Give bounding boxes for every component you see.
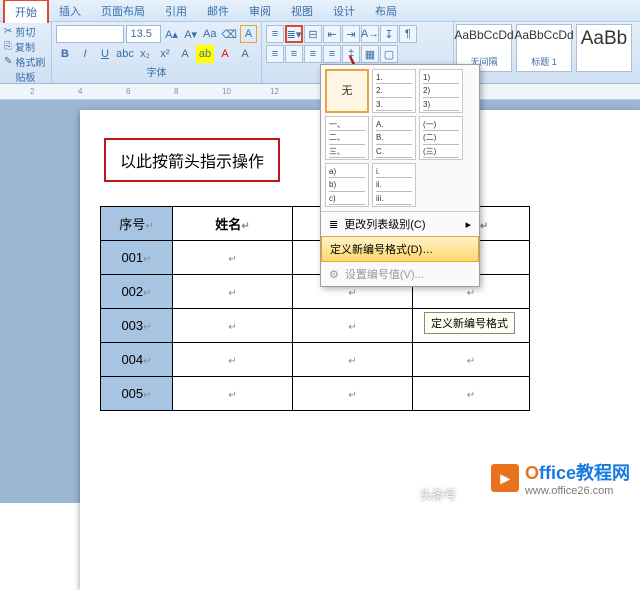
style-heading-1[interactable]: AaBbCcDd 标题 1 [516,24,572,72]
justify-button[interactable]: ≡ [323,45,341,63]
header-name: 姓名↵ [173,207,293,241]
format-painter-button[interactable]: ✎格式刷 [4,54,47,69]
watermark: ▸ Office教程网 www.office26.com [491,459,630,497]
office-logo-icon: ▸ [491,464,519,492]
tab-mailings[interactable]: 邮件 [197,0,239,22]
tooltip: 定义新编号格式 [424,312,515,334]
chevron-right-icon: ▸ [465,218,471,231]
numbering-option[interactable]: i.ii.iii. [372,163,416,207]
shading-button[interactable]: ▦ [361,45,379,63]
tab-home[interactable]: 开始 [3,0,49,23]
sort-button[interactable]: ↧ [380,25,398,43]
table-row: 004↵↵↵↵ [101,343,530,377]
bold-button[interactable]: B [56,45,74,63]
numbering-option[interactable]: 1)2)3) [419,69,463,113]
multilevel-button[interactable]: ⊟ [304,25,322,43]
tab-insert[interactable]: 插入 [49,0,91,22]
cut-button[interactable]: ✂剪切 [4,24,47,39]
align-right-button[interactable]: ≡ [304,45,322,63]
highlight-button[interactable]: ab [196,45,214,63]
font-size-select[interactable]: 13.5 [126,25,160,43]
set-numbering-value-item: ⚙设置编号值(V)... [321,262,479,286]
instruction-callout: 以此按箭头指示操作 [104,138,280,182]
font-color-button[interactable]: A [216,45,234,63]
group-clipboard: ✂剪切 ⎘复制 ✎格式刷 贴板 [0,22,52,83]
numbering-dropdown: 无 1.2.3. 1)2)3) 一、二、三、 A.B.C. (一)(二)(三) … [320,64,480,287]
tab-view[interactable]: 视图 [281,0,323,22]
decrease-indent-button[interactable]: ⇤ [323,25,341,43]
subscript-button[interactable]: x₂ [136,45,154,63]
bullets-button[interactable]: ≡ [266,25,284,43]
superscript-button[interactable]: x² [156,45,174,63]
tab-design[interactable]: 设计 [323,0,365,22]
paintbrush-icon: ✎ [4,56,12,67]
table-row: 005↵↵↵↵ [101,377,530,411]
underline-button[interactable]: U [96,45,114,63]
copy-icon: ⎘ [4,41,12,52]
numbering-option[interactable]: a)b)c) [325,163,369,207]
value-icon: ⚙ [329,268,339,281]
numbering-option[interactable]: A.B.C. [372,116,416,160]
group-font-label: 字体 [56,64,257,81]
change-list-level-item[interactable]: ≣更改列表级别(C)▸ [321,212,479,236]
align-center-button[interactable]: ≡ [285,45,303,63]
show-marks-button[interactable]: ¶ [399,25,417,43]
define-new-format-item[interactable]: 定义新编号格式(D)… [321,236,479,262]
scissors-icon: ✂ [4,26,12,37]
tab-page-layout[interactable]: 页面布局 [91,0,155,22]
line-spacing-button[interactable]: ‡ [342,45,360,63]
numbering-library-grid: 无 1.2.3. 1)2)3) 一、二、三、 A.B.C. (一)(二)(三) … [321,65,479,211]
font-family-select[interactable] [56,25,124,43]
copy-button[interactable]: ⎘复制 [4,39,47,54]
numbering-menu: ≣更改列表级别(C)▸ 定义新编号格式(D)… ⚙设置编号值(V)... [321,211,479,286]
ltr-button[interactable]: A→ [361,25,379,43]
group-styles: AaBbCcDd 无间隔 AaBbCcDd 标题 1 AaBb [454,22,640,83]
char-shading-button[interactable]: A [236,45,254,63]
group-font: 13.5 A▴ A▾ Aa ⌫ A B I U abc x₂ x² A ab A… [52,22,262,83]
text-effects-button[interactable]: A [176,45,194,63]
numbering-button[interactable]: ≣▾ [285,25,303,43]
numbering-option[interactable]: 一、二、三、 [325,116,369,160]
numbering-option-none[interactable]: 无 [325,69,369,113]
list-level-icon: ≣ [329,218,338,231]
header-seq: 序号↵ [101,207,173,241]
clear-format-button[interactable]: ⌫ [220,25,238,43]
tab-layout[interactable]: 布局 [365,0,407,22]
group-clipboard-label: 贴板 [4,69,47,86]
tab-review[interactable]: 审阅 [239,0,281,22]
italic-button[interactable]: I [76,45,94,63]
char-border-button[interactable]: A [240,25,257,43]
tab-references[interactable]: 引用 [155,0,197,22]
ribbon-tabs: 开始 插入 页面布局 引用 邮件 审阅 视图 设计 布局 [0,0,640,22]
borders-button[interactable]: ▢ [380,45,398,63]
grow-font-button[interactable]: A▴ [163,25,180,43]
increase-indent-button[interactable]: ⇥ [342,25,360,43]
strikethrough-button[interactable]: abc [116,45,134,63]
numbering-option[interactable]: 1.2.3. [372,69,416,113]
style-item[interactable]: AaBb [576,24,632,72]
align-left-button[interactable]: ≡ [266,45,284,63]
shrink-font-button[interactable]: A▾ [182,25,199,43]
numbering-option[interactable]: (一)(二)(三) [419,116,463,160]
author-credit: 头条号 [420,486,456,503]
change-case-button[interactable]: Aa [201,25,218,43]
